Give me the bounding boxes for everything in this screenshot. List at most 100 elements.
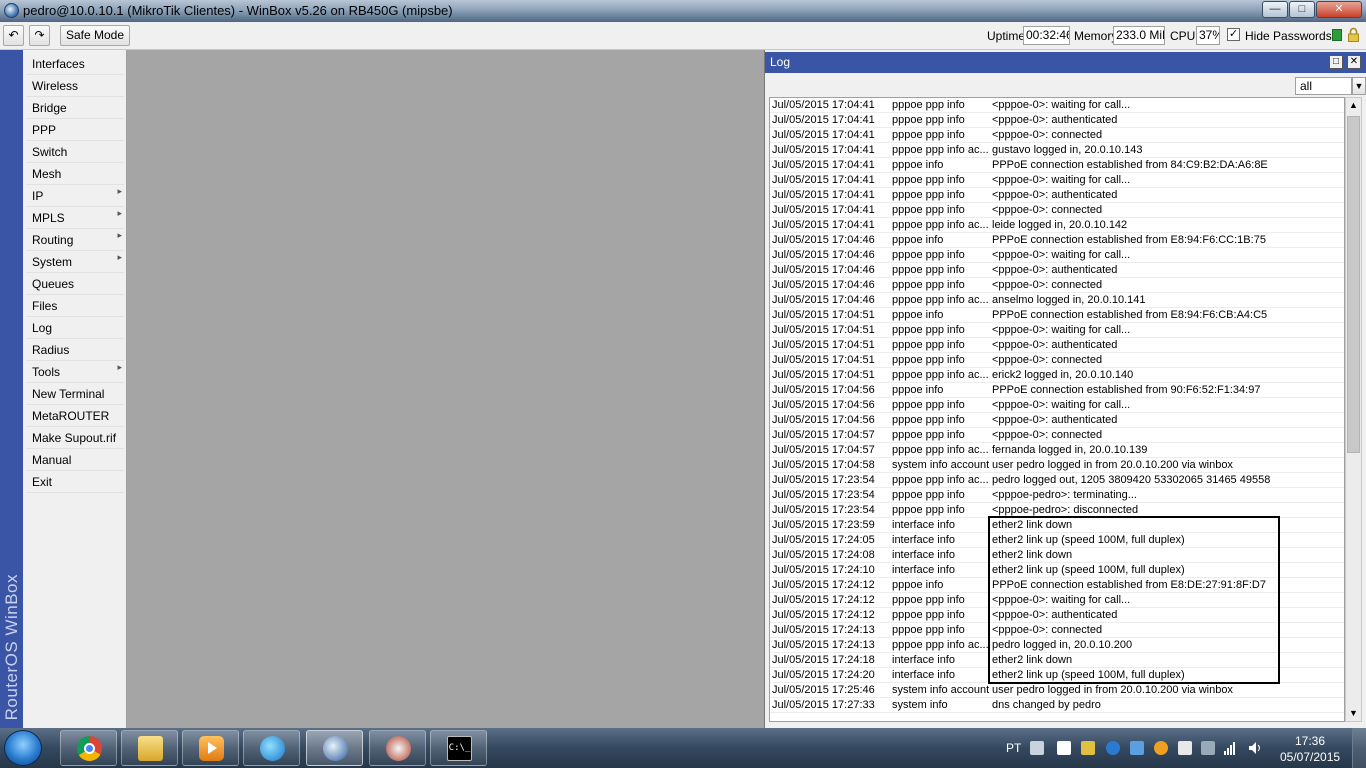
log-row[interactable]: Jul/05/2015 17:04:41 pppoe ppp info ac...… xyxy=(770,143,1344,158)
taskbar-app-explorer[interactable] xyxy=(121,730,178,766)
log-scrollbar[interactable]: ▲ ▼ xyxy=(1345,97,1362,722)
tool-icon[interactable] xyxy=(1081,741,1095,755)
volume-icon[interactable] xyxy=(1248,741,1262,755)
sidebar-item-ip[interactable]: IP ▸ xyxy=(26,185,124,207)
sidebar-item-switch[interactable]: Switch xyxy=(26,141,124,163)
show-desktop-button[interactable] xyxy=(1352,728,1366,768)
taskbar-app-chrome[interactable] xyxy=(60,730,117,766)
windows-flag-icon[interactable] xyxy=(1057,741,1071,755)
log-row[interactable]: Jul/05/2015 17:04:41 pppoe ppp info <pppoe… xyxy=(770,173,1344,188)
log-row[interactable]: Jul/05/2015 17:04:46 pppoe ppp info <pppoe… xyxy=(770,248,1344,263)
log-row[interactable]: Jul/05/2015 17:23:59 interface info ether2… xyxy=(770,518,1344,533)
log-row[interactable]: Jul/05/2015 17:04:46 pppoe ppp info <pppoe… xyxy=(770,263,1344,278)
log-row[interactable]: Jul/05/2015 17:04:41 pppoe ppp info <pppoe… xyxy=(770,188,1344,203)
log-row[interactable]: Jul/05/2015 17:04:56 pppoe info PPPoE conn… xyxy=(770,383,1344,398)
sidebar-item-system[interactable]: System ▸ xyxy=(26,251,124,273)
sidebar-item-tools[interactable]: Tools ▸ xyxy=(26,361,124,383)
scrollbar-thumb[interactable] xyxy=(1347,116,1360,453)
log-close-icon[interactable]: ✕ xyxy=(1347,55,1361,69)
clock-time[interactable]: 17:36 xyxy=(1280,734,1340,748)
log-row[interactable]: Jul/05/2015 17:23:54 pppoe ppp info <pppoe… xyxy=(770,488,1344,503)
log-row[interactable]: Jul/05/2015 17:04:51 pppoe ppp info <pppoe… xyxy=(770,353,1344,368)
log-row[interactable]: Jul/05/2015 17:04:56 pppoe ppp info <pppoe… xyxy=(770,398,1344,413)
log-row[interactable]: Jul/05/2015 17:04:46 pppoe ppp info <pppoe… xyxy=(770,278,1344,293)
keyboard-icon[interactable] xyxy=(1030,741,1044,755)
taskbar-app-media[interactable] xyxy=(182,730,239,766)
log-row[interactable]: Jul/05/2015 17:04:51 pppoe ppp info <pppoe… xyxy=(770,323,1344,338)
sidebar-item-make-supout[interactable]: Make Supout.rif xyxy=(26,427,124,449)
log-row[interactable]: Jul/05/2015 17:24:13 pppoe ppp info <pppoe… xyxy=(770,623,1344,638)
log-maximize-icon[interactable]: □ xyxy=(1329,55,1343,69)
sidebar-item-radius[interactable]: Radius xyxy=(26,339,124,361)
hide-passwords-checkbox[interactable]: ✓ xyxy=(1227,28,1240,41)
sidebar-item-files[interactable]: Files xyxy=(26,295,124,317)
sidebar-item-interfaces[interactable]: Interfaces xyxy=(26,53,124,75)
sidebar-item-new-terminal[interactable]: New Terminal xyxy=(26,383,124,405)
sidebar-item-mesh[interactable]: Mesh xyxy=(26,163,124,185)
sidebar-item-routing[interactable]: Routing ▸ xyxy=(26,229,124,251)
log-row[interactable]: Jul/05/2015 17:04:41 pppoe info PPPoE conn… xyxy=(770,158,1344,173)
log-row[interactable]: Jul/05/2015 17:04:46 pppoe info PPPoE conn… xyxy=(770,233,1344,248)
taskbar-app-winbox[interactable] xyxy=(306,730,363,766)
log-row[interactable]: Jul/05/2015 17:04:41 pppoe ppp info <pppoe… xyxy=(770,98,1344,113)
scroll-down-icon[interactable]: ▼ xyxy=(1346,706,1361,721)
log-row[interactable]: Jul/05/2015 17:24:13 pppoe ppp info ac...… xyxy=(770,638,1344,653)
undo-icon[interactable]: ↶ xyxy=(3,25,24,46)
log-row[interactable]: Jul/05/2015 17:04:57 pppoe ppp info <pppoe… xyxy=(770,428,1344,443)
sidebar-item-log[interactable]: Log xyxy=(26,317,124,339)
maximize-icon[interactable]: □ xyxy=(1289,1,1315,18)
network-signal-icon[interactable] xyxy=(1224,741,1238,755)
sidebar-item-queues[interactable]: Queues xyxy=(26,273,124,295)
log-row[interactable]: Jul/05/2015 17:04:56 pppoe ppp info <pppoe… xyxy=(770,413,1344,428)
log-row[interactable]: Jul/05/2015 17:24:08 interface info ether2… xyxy=(770,548,1344,563)
update-icon[interactable] xyxy=(1130,741,1144,755)
log-row[interactable]: Jul/05/2015 17:23:54 pppoe ppp info ac...… xyxy=(770,473,1344,488)
window-title-bar[interactable]: pedro@10.0.10.1 (MikroTik Clientes) - Wi… xyxy=(0,0,1366,22)
device-icon[interactable] xyxy=(1201,741,1215,755)
sidebar-item-metarouter[interactable]: MetaROUTER xyxy=(26,405,124,427)
log-row[interactable]: Jul/05/2015 17:04:51 pppoe info PPPoE conn… xyxy=(770,308,1344,323)
sync-icon[interactable] xyxy=(1154,741,1168,755)
log-row[interactable]: Jul/05/2015 17:04:41 pppoe ppp info <pppoe… xyxy=(770,203,1344,218)
log-row[interactable]: Jul/05/2015 17:27:33 system info dns chang… xyxy=(770,698,1344,713)
log-row[interactable]: Jul/05/2015 17:04:57 pppoe ppp info ac...… xyxy=(770,443,1344,458)
close-icon[interactable]: ✕ xyxy=(1316,1,1362,18)
log-row[interactable]: Jul/05/2015 17:04:41 pppoe ppp info <pppoe… xyxy=(770,113,1344,128)
start-button[interactable] xyxy=(4,730,42,766)
log-filter-select[interactable]: all xyxy=(1295,77,1352,95)
log-row[interactable]: Jul/05/2015 17:24:12 pppoe info PPPoE conn… xyxy=(770,578,1344,593)
safe-mode-button[interactable]: Safe Mode xyxy=(60,25,130,46)
log-row[interactable]: Jul/05/2015 17:04:51 pppoe ppp info <pppoe… xyxy=(770,338,1344,353)
taskbar-app-browser[interactable] xyxy=(243,730,300,766)
minimize-icon[interactable]: — xyxy=(1262,1,1288,18)
log-row[interactable]: Jul/05/2015 17:04:58 system info account u… xyxy=(770,458,1344,473)
chevron-down-icon[interactable]: ▼ xyxy=(1352,77,1366,95)
sidebar-item-exit[interactable]: Exit xyxy=(26,471,124,493)
log-window-title-bar[interactable]: Log xyxy=(765,52,1366,73)
log-row[interactable]: Jul/05/2015 17:23:54 pppoe ppp info <pppoe… xyxy=(770,503,1344,518)
sidebar-item-bridge[interactable]: Bridge xyxy=(26,97,124,119)
clock-date[interactable]: 05/07/2015 xyxy=(1280,750,1340,764)
language-indicator[interactable]: PT xyxy=(1006,728,1021,768)
scroll-up-icon[interactable]: ▲ xyxy=(1346,98,1361,113)
log-row[interactable]: Jul/05/2015 17:24:10 interface info ether2… xyxy=(770,563,1344,578)
log-row[interactable]: Jul/05/2015 17:04:46 pppoe ppp info ac...… xyxy=(770,293,1344,308)
log-row[interactable]: Jul/05/2015 17:04:41 pppoe ppp info ac...… xyxy=(770,218,1344,233)
sidebar-item-mpls[interactable]: MPLS ▸ xyxy=(26,207,124,229)
log-row[interactable]: Jul/05/2015 17:25:46 system info account u… xyxy=(770,683,1344,698)
sidebar-item-manual[interactable]: Manual xyxy=(26,449,124,471)
log-row[interactable]: Jul/05/2015 17:24:18 interface info ether2… xyxy=(770,653,1344,668)
log-row[interactable]: Jul/05/2015 17:24:12 pppoe ppp info <pppoe… xyxy=(770,593,1344,608)
log-row[interactable]: Jul/05/2015 17:04:51 pppoe ppp info ac...… xyxy=(770,368,1344,383)
action-center-flag-icon[interactable] xyxy=(1178,741,1192,755)
network-app-icon[interactable] xyxy=(1106,741,1120,755)
sidebar-item-ppp[interactable]: PPP xyxy=(26,119,124,141)
log-row[interactable]: Jul/05/2015 17:24:20 interface info ether2… xyxy=(770,668,1344,683)
sidebar-item-wireless[interactable]: Wireless xyxy=(26,75,124,97)
log-row[interactable]: Jul/05/2015 17:04:41 pppoe ppp info <pppoe… xyxy=(770,128,1344,143)
taskbar-app-cmd[interactable]: C:\_ xyxy=(430,730,487,766)
taskbar-app-other[interactable] xyxy=(369,730,426,766)
log-row[interactable]: Jul/05/2015 17:24:12 pppoe ppp info <pppoe… xyxy=(770,608,1344,623)
redo-icon[interactable]: ↷ xyxy=(29,25,50,46)
log-row[interactable]: Jul/05/2015 17:24:05 interface info ether2… xyxy=(770,533,1344,548)
